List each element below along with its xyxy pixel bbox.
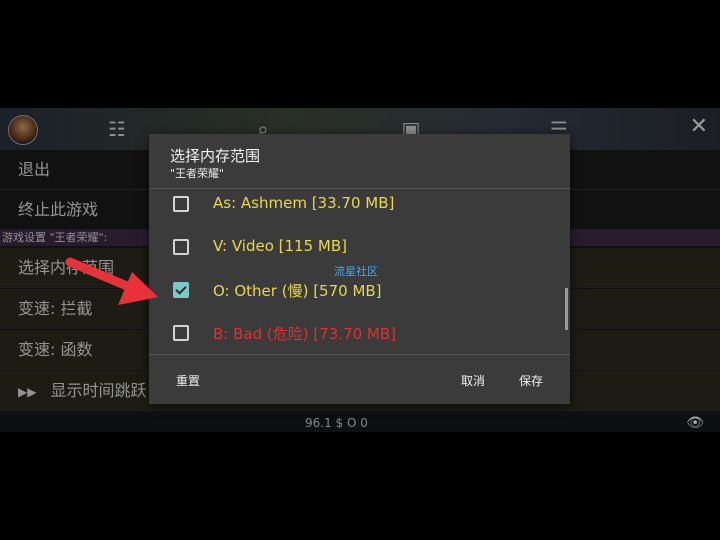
red-arrow-annotation (65, 257, 158, 305)
